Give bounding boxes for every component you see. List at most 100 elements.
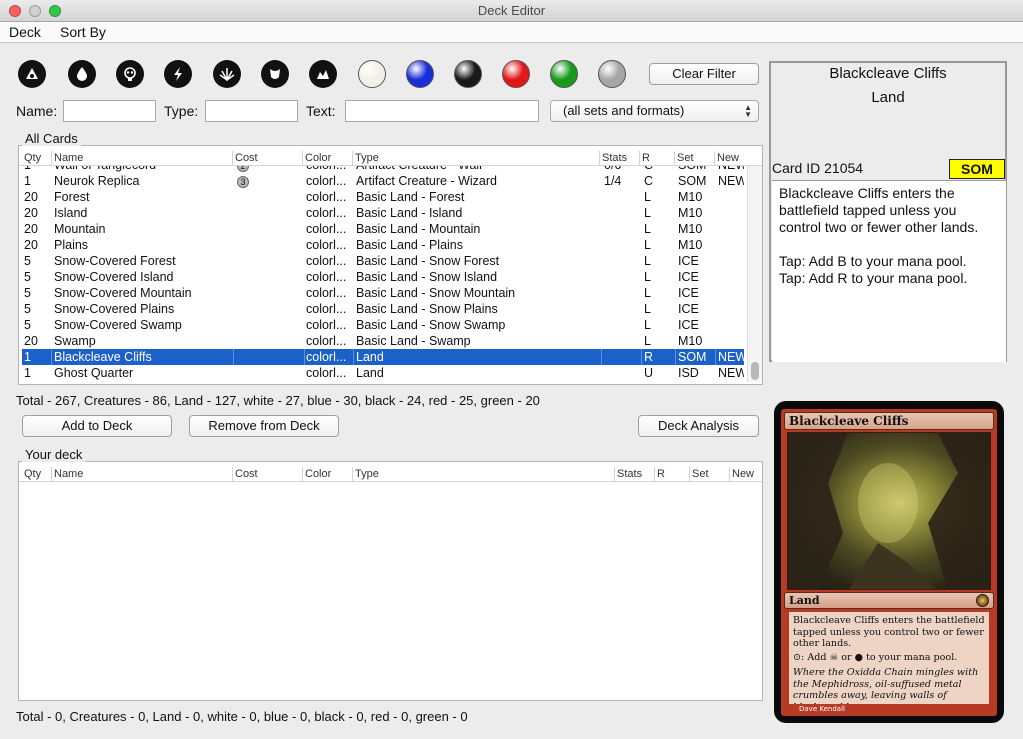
card-id-label: Card ID bbox=[772, 160, 821, 176]
cell-qty: 20 bbox=[24, 334, 38, 348]
cell-color: colorl... bbox=[306, 254, 347, 268]
cell-name: Neurok Replica bbox=[54, 174, 140, 188]
column-type[interactable]: Type bbox=[352, 467, 614, 481]
green-color-filter[interactable] bbox=[550, 60, 578, 88]
set-badge: SOM bbox=[949, 159, 1005, 179]
white-color-filter[interactable] bbox=[358, 60, 386, 88]
window-title: Deck Editor bbox=[477, 3, 546, 18]
blue-mana-icon[interactable] bbox=[68, 60, 96, 88]
artifact-icon[interactable] bbox=[18, 60, 46, 88]
table-row[interactable]: 20 Island colorl... Basic Land - Island L M10 bbox=[22, 205, 744, 221]
column-stats[interactable]: Stats bbox=[614, 467, 654, 481]
your-deck-panel: Qty Name Cost Color Type Stats R Set New bbox=[18, 461, 763, 701]
column-name[interactable]: Name bbox=[51, 467, 231, 481]
land-icon[interactable] bbox=[309, 60, 337, 88]
black-color-filter[interactable] bbox=[454, 60, 482, 88]
cell-color: colorl... bbox=[306, 302, 347, 316]
type-filter-input[interactable] bbox=[205, 100, 298, 122]
column-cost[interactable]: Cost bbox=[232, 467, 302, 481]
table-row[interactable]: 5 Snow-Covered Mountain colorl... Basic Lan… bbox=[22, 285, 744, 301]
column-color[interactable]: Color bbox=[302, 151, 352, 165]
remove-from-deck-button[interactable]: Remove from Deck bbox=[189, 415, 339, 437]
table-row[interactable]: 1 Ghost Quarter colorl... Land U ISD NEW bbox=[22, 365, 744, 381]
black-mana-icon[interactable] bbox=[116, 60, 144, 88]
column-cost[interactable]: Cost bbox=[232, 151, 302, 165]
set-format-value: (all sets and formats) bbox=[563, 103, 685, 118]
cell-qty: 20 bbox=[24, 238, 38, 252]
cell-set: M10 bbox=[678, 334, 703, 348]
cell-cost bbox=[237, 317, 305, 333]
blue-color-filter[interactable] bbox=[406, 60, 434, 88]
cell-r: R bbox=[644, 349, 676, 365]
scrollbar-thumb[interactable] bbox=[751, 362, 759, 380]
your-deck-table[interactable] bbox=[22, 482, 759, 698]
green-mana-icon[interactable] bbox=[261, 60, 289, 88]
cell-stats: 0/6 bbox=[604, 166, 642, 173]
card-info-type: Land bbox=[871, 89, 905, 106]
all-cards-scrollbar[interactable] bbox=[747, 166, 762, 382]
cell-cost bbox=[237, 365, 305, 381]
add-to-deck-button[interactable]: Add to Deck bbox=[22, 415, 172, 437]
table-row[interactable]: 20 Swamp colorl... Basic Land - Swamp L M10 bbox=[22, 333, 744, 349]
cell-color: colorl... bbox=[306, 334, 347, 348]
cell-stats bbox=[604, 269, 642, 285]
cell-set: ICE bbox=[678, 254, 699, 268]
clear-filter-button[interactable]: Clear Filter bbox=[649, 63, 759, 85]
column-set[interactable]: Set bbox=[674, 151, 714, 165]
column-color[interactable]: Color bbox=[302, 467, 352, 481]
cell-name: Snow-Covered Forest bbox=[54, 254, 176, 268]
cell-new bbox=[718, 205, 744, 221]
column-qty[interactable]: Qty bbox=[22, 467, 50, 481]
cell-type: Basic Land - Snow Swamp bbox=[356, 318, 506, 332]
column-qty[interactable]: Qty bbox=[22, 151, 50, 165]
table-row[interactable]: 20 Mountain colorl... Basic Land - Mountain… bbox=[22, 221, 744, 237]
column-stats[interactable]: Stats bbox=[599, 151, 639, 165]
table-row[interactable]: 5 Snow-Covered Forest colorl... Basic Land … bbox=[22, 253, 744, 269]
cell-r: C bbox=[644, 174, 654, 188]
table-row[interactable]: 5 Snow-Covered Plains colorl... Basic Land … bbox=[22, 301, 744, 317]
table-row[interactable]: 1Wall of Tanglecord2 colorl...Artifact Cr… bbox=[22, 166, 744, 173]
column-set[interactable]: Set bbox=[689, 467, 729, 481]
cell-stats bbox=[604, 205, 642, 221]
table-row[interactable]: 1Blackcleave Cliffs colorl...Land RSOMNEW bbox=[22, 349, 744, 365]
name-filter-input[interactable] bbox=[63, 100, 156, 122]
card-image-flavor: Where the Oxidda Chain mingles with the … bbox=[793, 667, 979, 704]
card-info-name: Blackcleave Cliffs bbox=[829, 65, 947, 82]
cell-new: NEW bbox=[718, 366, 744, 380]
red-color-filter[interactable] bbox=[502, 60, 530, 88]
text-filter-input[interactable] bbox=[345, 100, 539, 122]
column-new[interactable]: New bbox=[729, 467, 761, 481]
column-new[interactable]: New bbox=[714, 151, 746, 165]
cell-new bbox=[718, 269, 744, 285]
table-row[interactable]: 20 Plains colorl... Basic Land - Plains L M10 bbox=[22, 237, 744, 253]
cell-qty: 5 bbox=[24, 286, 31, 300]
table-row[interactable]: 5 Snow-Covered Island colorl... Basic Land … bbox=[22, 269, 744, 285]
your-deck-summary: Total - 0, Creatures - 0, Land - 0, whit… bbox=[16, 709, 468, 724]
card-image-rules: Blackcleave Cliffs enters the battlefiel… bbox=[793, 615, 985, 649]
menu-deck[interactable]: Deck bbox=[9, 24, 41, 40]
set-format-select[interactable]: (all sets and formats) ▲ ▼ bbox=[550, 100, 759, 122]
cell-cost bbox=[237, 253, 305, 269]
table-row[interactable]: 20 Forest colorl... Basic Land - Forest L M10 bbox=[22, 189, 744, 205]
cell-set: ISD bbox=[678, 366, 699, 380]
card-info-panel: Blackcleave Cliffs Land Card ID 21054 SO… bbox=[769, 61, 1007, 362]
table-row[interactable]: 1 Neurok Replica 3 colorl... Artifact Creatu… bbox=[22, 173, 744, 189]
column-name[interactable]: Name bbox=[51, 151, 231, 165]
column-rarity[interactable]: R bbox=[654, 467, 689, 481]
deck-analysis-button[interactable]: Deck Analysis bbox=[638, 415, 759, 437]
minimize-window-button[interactable] bbox=[29, 5, 41, 17]
column-type[interactable]: Type bbox=[352, 151, 600, 165]
cell-stats bbox=[604, 301, 642, 317]
table-row[interactable]: 5 Snow-Covered Swamp colorl... Basic Land -… bbox=[22, 317, 744, 333]
menu-sort-by[interactable]: Sort By bbox=[60, 24, 106, 40]
cell-qty: 5 bbox=[24, 270, 31, 284]
cell-r: L bbox=[644, 238, 651, 252]
type-filter-label: Type: bbox=[164, 103, 199, 119]
white-mana-icon[interactable] bbox=[213, 60, 241, 88]
column-rarity[interactable]: R bbox=[639, 151, 674, 165]
zoom-window-button[interactable] bbox=[49, 5, 61, 17]
red-mana-icon[interactable] bbox=[164, 60, 192, 88]
menu-bar: Deck Sort By bbox=[0, 22, 1023, 43]
close-window-button[interactable] bbox=[9, 5, 21, 17]
colorless-color-filter[interactable] bbox=[598, 60, 626, 88]
